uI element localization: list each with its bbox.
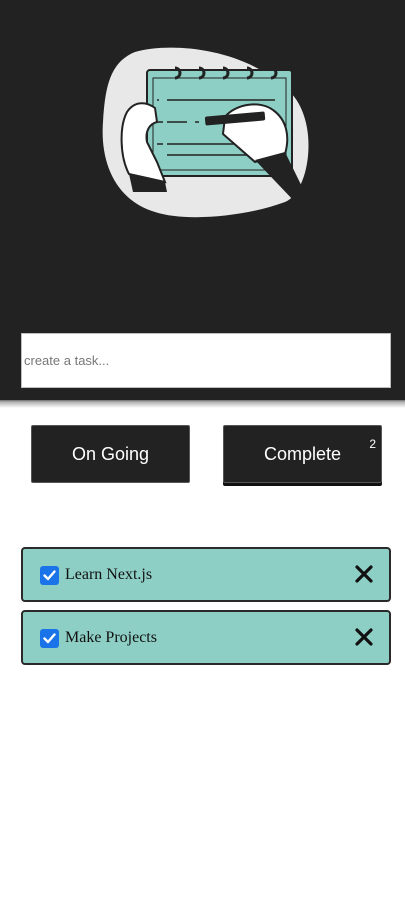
task-item: Learn Next.js — [21, 547, 391, 602]
delete-task-button[interactable] — [353, 563, 375, 585]
task-checkbox[interactable] — [40, 629, 59, 648]
check-icon — [43, 633, 56, 644]
tab-ongoing-label: On Going — [71, 443, 150, 464]
hero-shadow — [0, 398, 405, 408]
notepad-writing-illustration — [102, 47, 309, 218]
task-input[interactable] — [21, 333, 391, 388]
complete-count-badge: 2 — [369, 437, 376, 451]
close-icon — [355, 628, 373, 646]
task-checkbox[interactable] — [40, 566, 59, 585]
task-item: Make Projects — [21, 610, 391, 665]
check-icon — [43, 570, 56, 581]
tab-complete-button[interactable]: Complete 2 — [223, 425, 382, 483]
delete-task-button[interactable] — [353, 626, 375, 648]
tab-complete-label: Complete — [263, 443, 342, 464]
task-label: Learn Next.js — [65, 566, 153, 583]
close-icon — [355, 565, 373, 583]
task-label: Make Projects — [65, 629, 157, 646]
tab-ongoing-button[interactable]: On Going — [31, 425, 190, 483]
